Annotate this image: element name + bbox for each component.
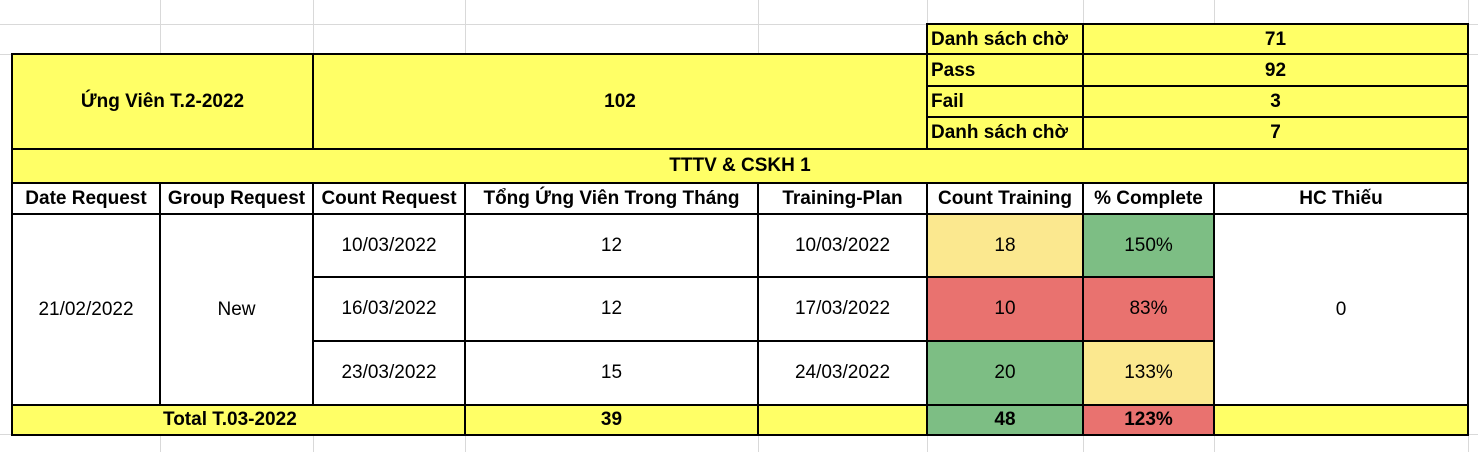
border-line bbox=[313, 340, 1214, 342]
header-date-request[interactable]: Date Request bbox=[12, 183, 160, 214]
border-line bbox=[927, 23, 1468, 25]
table-row-1-count-training[interactable]: 18 bbox=[927, 214, 1083, 277]
stat-label-waitlist[interactable]: Danh sách chờ bbox=[927, 24, 1083, 55]
border-line bbox=[757, 182, 759, 436]
stat-value-fail[interactable]: 3 bbox=[1083, 86, 1468, 117]
border-line bbox=[11, 53, 13, 436]
table-row-2-training-plan[interactable]: 17/03/2022 bbox=[758, 277, 927, 341]
table-row-3-training-plan[interactable]: 24/03/2022 bbox=[758, 341, 927, 405]
table-row-2-tong-ung-vien[interactable]: 12 bbox=[465, 277, 758, 341]
stat-value-waitlist-2[interactable]: 7 bbox=[1083, 117, 1468, 149]
header-tong-ung-vien[interactable]: Tổng Ứng Viên Trong Tháng bbox=[465, 183, 758, 214]
total-tong-ung-vien[interactable]: 39 bbox=[465, 405, 758, 435]
border-line bbox=[1213, 182, 1215, 436]
hc-thieu-cell[interactable]: 0 bbox=[1214, 214, 1468, 405]
header-hc-thieu[interactable]: HC Thiếu bbox=[1214, 183, 1468, 214]
border-line bbox=[464, 182, 466, 436]
table-row-1-tong-ung-vien[interactable]: 12 bbox=[465, 214, 758, 277]
total-label[interactable]: Total T.03-2022 bbox=[12, 405, 465, 435]
border-line bbox=[927, 116, 1468, 118]
border-line bbox=[927, 85, 1468, 87]
table-row-2-count-training[interactable]: 10 bbox=[927, 277, 1083, 341]
header-training-plan[interactable]: Training-Plan bbox=[758, 183, 927, 214]
border-line bbox=[12, 213, 1468, 215]
border-line bbox=[1082, 182, 1084, 436]
table-row-3-complete[interactable]: 133% bbox=[1083, 341, 1214, 405]
border-line bbox=[12, 53, 1468, 55]
total-complete[interactable]: 123% bbox=[1083, 405, 1214, 435]
total-training-plan-cell[interactable] bbox=[758, 405, 927, 435]
table-row-1-complete[interactable]: 150% bbox=[1083, 214, 1214, 277]
group-request-cell[interactable]: New bbox=[160, 214, 313, 405]
border-line bbox=[926, 23, 928, 150]
table-row-2-count-request[interactable]: 16/03/2022 bbox=[313, 277, 465, 341]
stat-label-waitlist-2[interactable]: Danh sách chờ bbox=[927, 117, 1083, 149]
total-hc-thieu-cell[interactable] bbox=[1214, 405, 1468, 435]
header-count-training[interactable]: Count Training bbox=[927, 183, 1083, 214]
summary-value-cell[interactable]: 102 bbox=[313, 54, 927, 149]
border-line bbox=[313, 276, 1214, 278]
border-line bbox=[1082, 23, 1084, 150]
border-line bbox=[926, 182, 928, 436]
table-row-3-count-training[interactable]: 20 bbox=[927, 341, 1083, 405]
stat-value-waitlist[interactable]: 71 bbox=[1083, 24, 1468, 55]
stat-label-pass[interactable]: Pass bbox=[927, 55, 1083, 86]
header-group-request[interactable]: Group Request bbox=[160, 183, 313, 214]
border-line bbox=[1467, 23, 1469, 436]
border-line bbox=[12, 404, 1468, 406]
table-row-3-tong-ung-vien[interactable]: 15 bbox=[465, 341, 758, 405]
section-title[interactable]: TTTV & CSKH 1 bbox=[12, 149, 1468, 183]
border-line bbox=[12, 148, 1468, 150]
table-row-1-count-request[interactable]: 10/03/2022 bbox=[313, 214, 465, 277]
border-line bbox=[312, 53, 314, 150]
border-line bbox=[159, 182, 161, 406]
table-row-1-training-plan[interactable]: 10/03/2022 bbox=[758, 214, 927, 277]
border-line bbox=[312, 182, 314, 406]
date-request-cell[interactable]: 21/02/2022 bbox=[12, 214, 160, 405]
border-line bbox=[12, 434, 1468, 436]
border-line bbox=[12, 182, 1468, 184]
table-row-3-count-request[interactable]: 23/03/2022 bbox=[313, 341, 465, 405]
header-count-request[interactable]: Count Request bbox=[313, 183, 465, 214]
total-count-training[interactable]: 48 bbox=[927, 405, 1083, 435]
summary-label-cell[interactable]: Ứng Viên T.2-2022 bbox=[12, 54, 313, 149]
table-row-2-complete[interactable]: 83% bbox=[1083, 277, 1214, 341]
stat-value-pass[interactable]: 92 bbox=[1083, 55, 1468, 86]
stat-label-fail[interactable]: Fail bbox=[927, 86, 1083, 117]
header-complete[interactable]: % Complete bbox=[1083, 183, 1214, 214]
